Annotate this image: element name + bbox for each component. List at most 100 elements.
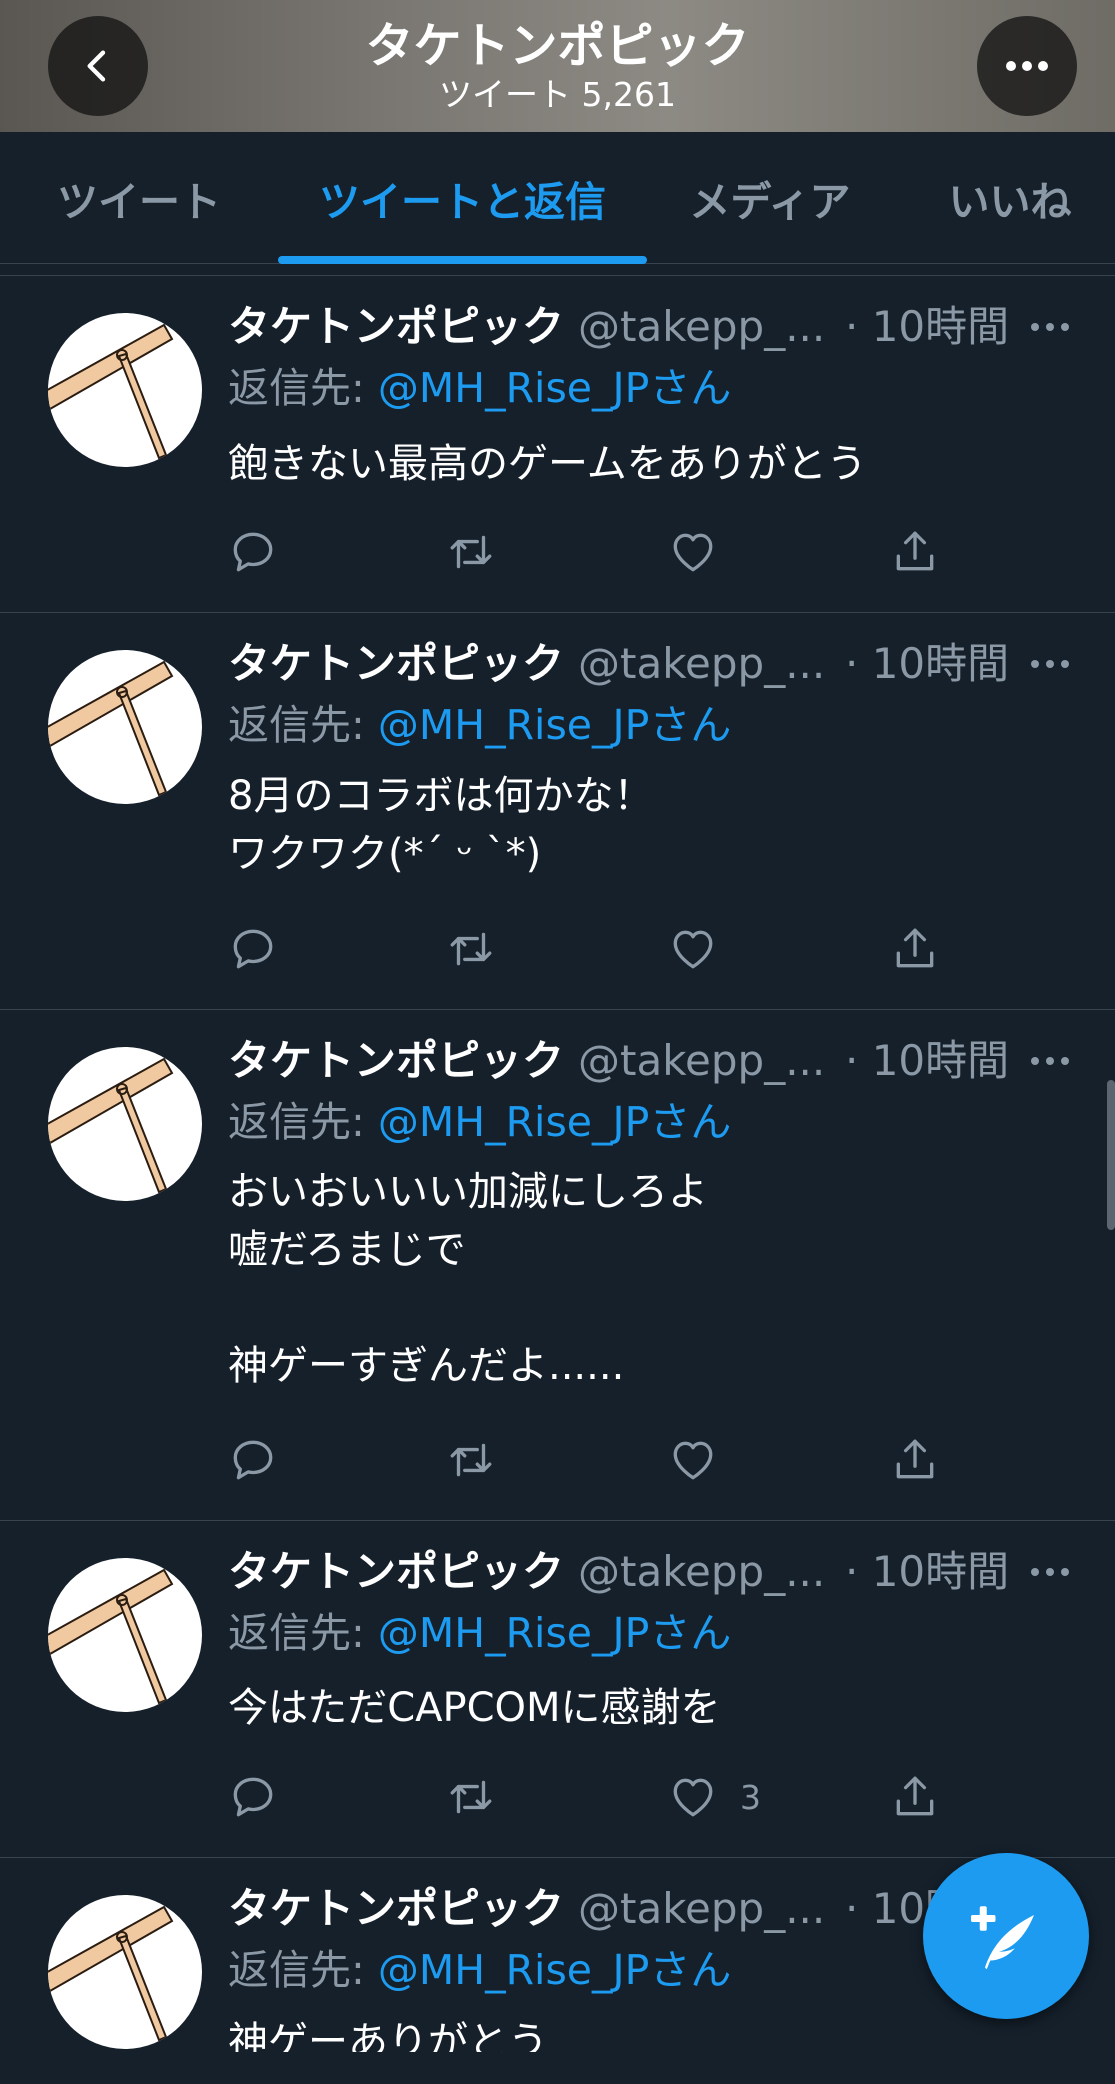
avatar[interactable] [48,1558,202,1712]
tweet-text: おいおいいい加減にしろよ 嘘だろまじで 神ゲーすぎんだよ...... [228,1169,708,1389]
share-button[interactable] [890,1767,940,1827]
reply-mention-link[interactable]: @MH_Rise_JPさん [378,364,732,412]
hanger-avatar-icon [48,660,174,797]
tweet-feed[interactable]: タケトンポピック @takepp_... · 10時間 返信先: @MH_Ris… [0,264,1115,2084]
share-icon [896,1439,934,1479]
reply-context: 返信先: @MH_Rise_JPさん [228,1094,731,1150]
tweet-author-handle[interactable]: @takepp_... [578,1881,825,1937]
reply-button[interactable] [228,1430,278,1490]
tweet-count: ツイート 5,261 [439,75,676,114]
tweet-author-name[interactable]: タケトンポピック [228,1033,564,1089]
retweet-icon [450,1443,492,1477]
like-button[interactable] [668,1430,740,1490]
retweet-icon [450,535,492,569]
reply-button[interactable] [228,919,278,979]
tab-media[interactable]: メディア [670,132,870,264]
tweet-text: 8月のコラボは何かな！ ワクワク(*´ ᵕ `*) [228,773,654,877]
retweet-button[interactable] [446,1767,496,1827]
reply-prefix: 返信先: [228,1609,378,1657]
reply-prefix: 返信先: [228,364,378,412]
share-button[interactable] [890,522,940,582]
more-horizontal-icon [1031,1568,1069,1576]
tweet-more-button[interactable] [1025,1033,1075,1089]
tweet-actions [228,522,988,582]
tweet-author-name[interactable]: タケトンポピック [228,636,564,692]
like-button[interactable] [668,522,740,582]
retweet-button[interactable] [446,522,496,582]
tweet-actions: 3 [228,1767,988,1827]
reply-icon [233,532,273,572]
reply-context: 返信先: @MH_Rise_JPさん [228,697,731,753]
tweet-author-name[interactable]: タケトンポピック [228,1881,564,1937]
tweet-timestamp[interactable]: · 10時間 [845,1544,1009,1600]
more-horizontal-icon [1031,323,1069,331]
like-icon [673,1778,713,1817]
reply-mention-link[interactable]: @MH_Rise_JPさん [378,1609,732,1657]
retweet-button[interactable] [446,919,496,979]
share-icon [896,928,934,968]
tab-tweets[interactable]: ツイート [24,132,254,264]
active-tab-indicator [278,256,647,264]
reply-prefix: 返信先: [228,1098,378,1146]
reply-mention-link[interactable]: @MH_Rise_JPさん [378,1098,732,1146]
tweet-timestamp[interactable]: · 10時間 [845,636,1009,692]
tweet-item[interactable]: タケトンポピック @takepp_... · 10時間 返信先: @MH_Ris… [0,1010,1115,1521]
share-button[interactable] [890,919,940,979]
tweet-author-name[interactable]: タケトンポピック [228,1544,564,1600]
tweet-text: 今はただCAPCOMに感謝を [228,1685,721,1731]
avatar[interactable] [48,650,202,804]
reply-context: 返信先: @MH_Rise_JPさん [228,1942,731,1998]
more-horizontal-icon [1031,1057,1069,1065]
hanger-avatar-icon [48,323,174,460]
hanger-avatar-icon [48,1057,174,1194]
bottom-edge [0,2052,1115,2084]
tweet-author-handle[interactable]: @takepp_... [578,636,825,692]
tweet-more-button[interactable] [1025,299,1075,355]
reply-context: 返信先: @MH_Rise_JPさん [228,360,731,416]
hanger-avatar-icon [48,1905,174,2042]
tweet-more-button[interactable] [1025,636,1075,692]
hanger-avatar-icon [48,1568,174,1705]
tweet-author-name[interactable]: タケトンポピック [228,299,564,355]
reply-icon [233,1777,273,1817]
reply-mention-link[interactable]: @MH_Rise_JPさん [378,1946,732,1994]
tweet-actions [228,919,988,979]
reply-mention-link[interactable]: @MH_Rise_JPさん [378,701,732,749]
reply-button[interactable] [228,522,278,582]
reply-prefix: 返信先: [228,1946,378,1994]
profile-header: タケトンポピック ツイート 5,261 [0,0,1115,132]
tweet-timestamp[interactable]: · 10時間 [845,1033,1009,1089]
tab-likes[interactable]: いいね [930,132,1090,264]
reply-icon [233,1440,273,1480]
feed-divider [0,264,1115,276]
tweet-author-handle[interactable]: @takepp_... [578,1033,825,1089]
reply-prefix: 返信先: [228,701,378,749]
more-options-button[interactable] [977,16,1077,116]
compose-tweet-button[interactable] [923,1853,1089,2019]
retweet-icon [450,932,492,966]
tweet-item[interactable]: タケトンポピック @takepp_... · 10時間 返信先: @MH_Ris… [0,276,1115,613]
more-horizontal-icon [1031,660,1069,668]
tweet-item[interactable]: タケトンポピック @takepp_... · 10時間 返信先: @MH_Ris… [0,613,1115,1010]
tab-tweets-and-replies[interactable]: ツイートと返信 [278,132,647,264]
share-icon [896,531,934,571]
avatar[interactable] [48,1895,202,2049]
like-button[interactable]: 3 [668,1767,761,1827]
scrollbar[interactable] [1107,1080,1115,1230]
tweet-author-handle[interactable]: @takepp_... [578,1544,825,1600]
retweet-button[interactable] [446,1430,496,1490]
tweet-item[interactable]: タケトンポピック @takepp_... · 10時間 返信先: @MH_Ris… [0,1521,1115,1858]
like-icon [673,930,713,969]
tweet-text: 飽きない最高のゲームをありがとう [228,441,867,487]
tweet-actions [228,1430,988,1490]
like-count: 3 [740,1777,761,1817]
more-horizontal-icon [1006,61,1048,71]
reply-button[interactable] [228,1767,278,1827]
tweet-more-button[interactable] [1025,1544,1075,1600]
avatar[interactable] [48,313,202,467]
tweet-timestamp[interactable]: · 10時間 [845,299,1009,355]
tweet-author-handle[interactable]: @takepp_... [578,299,825,355]
avatar[interactable] [48,1047,202,1201]
share-button[interactable] [890,1430,940,1490]
like-button[interactable] [668,919,740,979]
